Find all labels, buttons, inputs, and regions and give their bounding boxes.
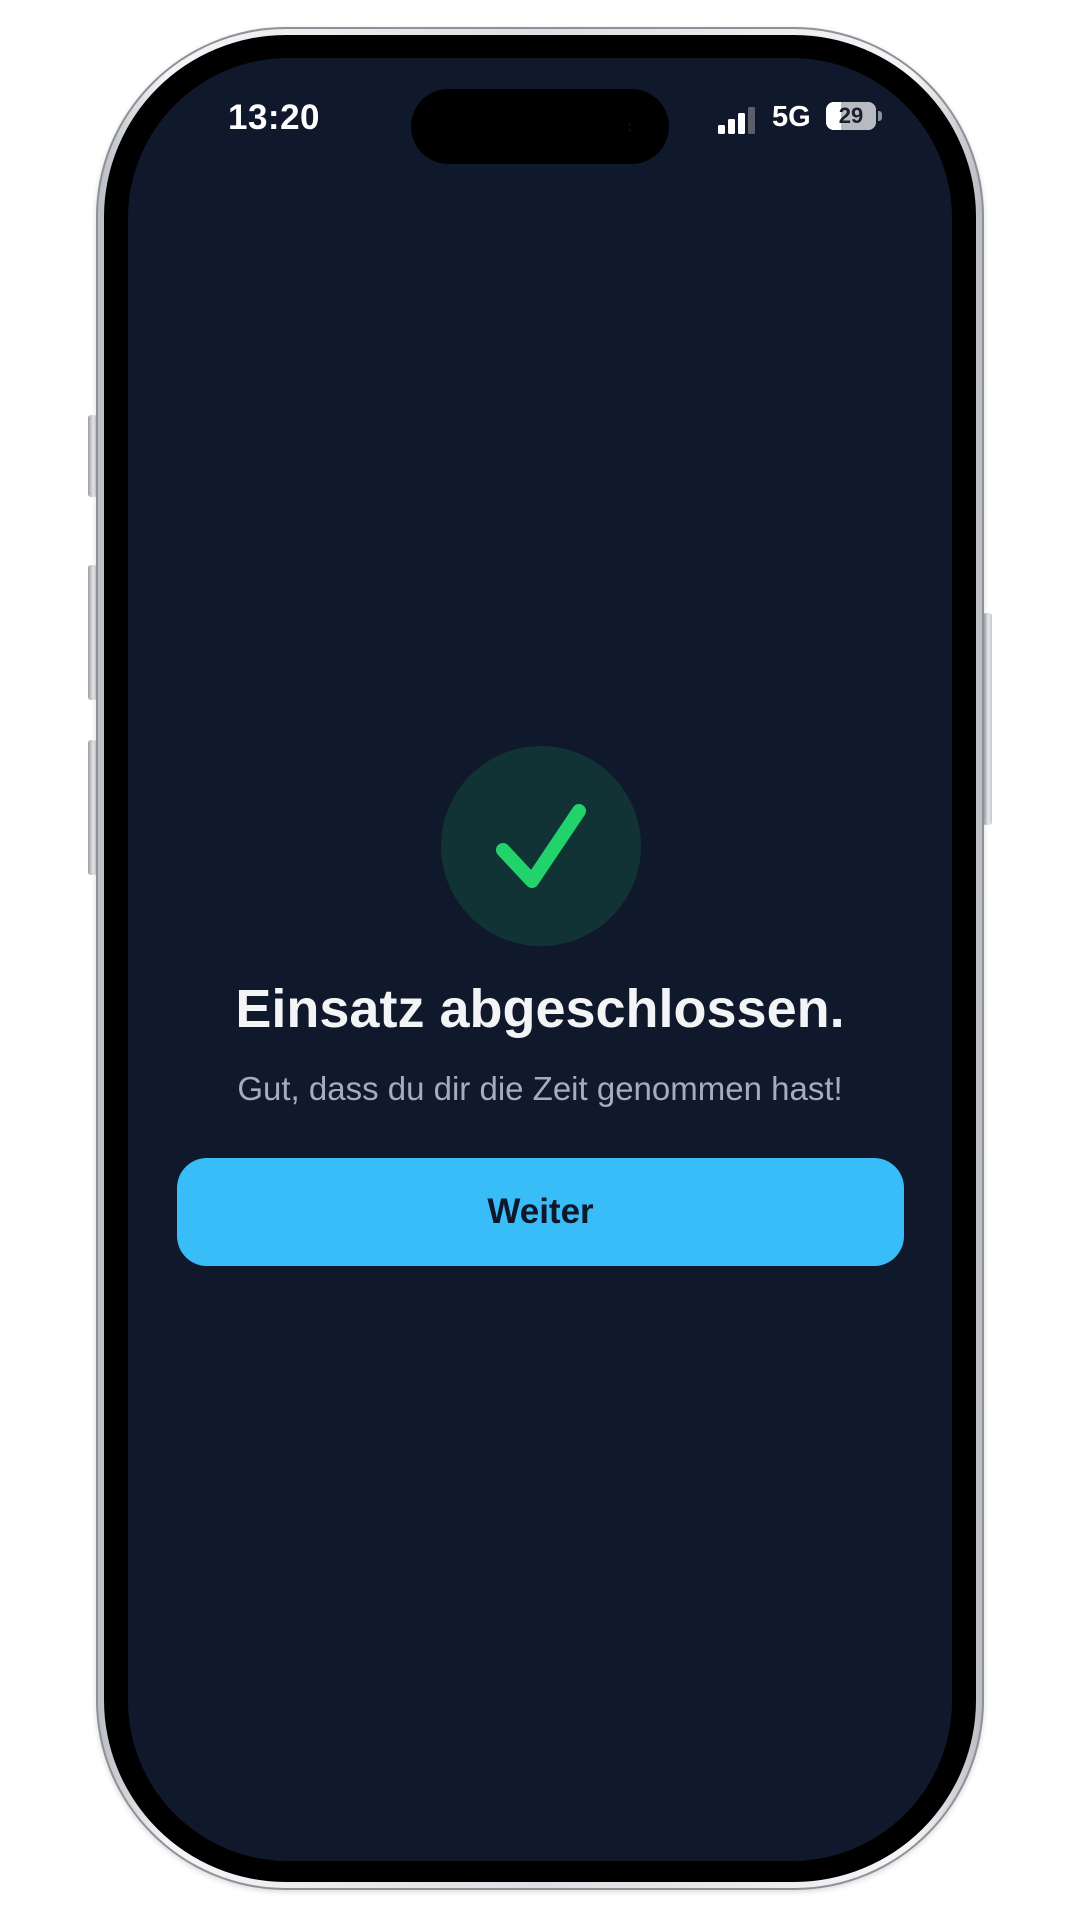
signal-bar xyxy=(738,113,745,134)
signal-bar xyxy=(748,107,755,134)
signal-bar xyxy=(718,125,725,134)
continue-button[interactable]: Weiter xyxy=(177,1158,904,1266)
camera-sensor-icon: ⁚ xyxy=(628,123,632,134)
network-type: 5G xyxy=(772,101,811,133)
signal-bar xyxy=(728,119,735,134)
battery-percent: 29 xyxy=(838,103,864,128)
continue-button-label: Weiter xyxy=(487,1192,594,1231)
completion-title: Einsatz abgeschlossen. xyxy=(235,979,845,1039)
status-time: 13:20 xyxy=(228,98,321,137)
success-badge xyxy=(441,746,641,946)
app-screen: 13:20 ⁚ 5G 29 Einsatz abgeschlossen. Gut… xyxy=(128,58,952,1861)
cellular-signal-icon xyxy=(718,106,760,134)
dynamic-island: ⁚ xyxy=(411,89,669,164)
checkmark-icon xyxy=(496,804,586,888)
battery-cap xyxy=(878,111,882,121)
completion-message: Gut, dass du dir die Zeit genommen hast! xyxy=(237,1070,843,1107)
battery-icon: 29 xyxy=(826,102,876,130)
device-mockup: 13:20 ⁚ 5G 29 Einsatz abgeschlossen. Gut… xyxy=(0,0,1080,1920)
power-button xyxy=(983,613,992,825)
